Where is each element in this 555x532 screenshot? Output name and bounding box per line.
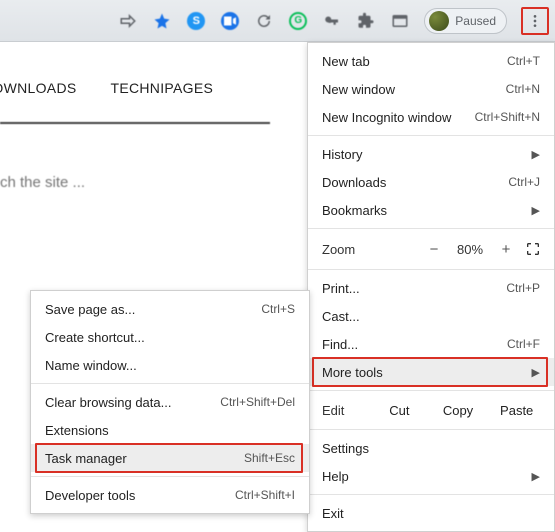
extension-grammarly-icon[interactable]: G bbox=[288, 11, 308, 31]
profile-status: Paused bbox=[455, 14, 496, 28]
tab-overview-icon[interactable] bbox=[390, 11, 410, 31]
extensions-puzzle-icon[interactable] bbox=[356, 11, 376, 31]
zoom-in-button[interactable]: + bbox=[494, 241, 518, 258]
more-tools-submenu: Save page as...Ctrl+S Create shortcut...… bbox=[30, 290, 310, 514]
menu-more-tools[interactable]: More tools▶ bbox=[308, 358, 554, 386]
extension-s-icon[interactable]: S bbox=[186, 11, 206, 31]
menu-print[interactable]: Print...Ctrl+P bbox=[308, 274, 554, 302]
menu-new-tab[interactable]: New tabCtrl+T bbox=[308, 47, 554, 75]
menu-new-window[interactable]: New windowCtrl+N bbox=[308, 75, 554, 103]
refresh-icon[interactable] bbox=[254, 11, 274, 31]
chevron-right-icon: ▶ bbox=[532, 204, 540, 217]
submenu-developer-tools[interactable]: Developer toolsCtrl+Shift+I bbox=[31, 481, 309, 509]
menu-edit-row: Edit Cut Copy Paste bbox=[308, 395, 554, 425]
bookmark-star-icon[interactable] bbox=[152, 11, 172, 31]
menu-help[interactable]: Help▶ bbox=[308, 462, 554, 490]
submenu-extensions[interactable]: Extensions bbox=[31, 416, 309, 444]
chrome-menu-button[interactable] bbox=[521, 7, 549, 35]
browser-toolbar: S G Paused bbox=[0, 0, 555, 42]
menu-history[interactable]: History▶ bbox=[308, 140, 554, 168]
menu-settings[interactable]: Settings bbox=[308, 434, 554, 462]
zoom-label: Zoom bbox=[322, 242, 418, 257]
share-icon[interactable] bbox=[118, 11, 138, 31]
menu-new-incognito[interactable]: New Incognito windowCtrl+Shift+N bbox=[308, 103, 554, 131]
chrome-main-menu: New tabCtrl+T New windowCtrl+N New Incog… bbox=[307, 42, 555, 532]
menu-cast[interactable]: Cast... bbox=[308, 302, 554, 330]
zoom-out-button[interactable]: − bbox=[422, 241, 446, 258]
zoom-percent: 80% bbox=[450, 242, 490, 257]
submenu-save-page[interactable]: Save page as...Ctrl+S bbox=[31, 295, 309, 323]
menu-downloads[interactable]: DownloadsCtrl+J bbox=[308, 168, 554, 196]
extension-video-icon[interactable] bbox=[220, 11, 240, 31]
menu-bookmarks[interactable]: Bookmarks▶ bbox=[308, 196, 554, 224]
nav-link-downloads[interactable]: DOWNLOADS bbox=[0, 80, 77, 96]
menu-zoom-row: Zoom − 80% + bbox=[308, 233, 554, 265]
submenu-name-window[interactable]: Name window... bbox=[31, 351, 309, 379]
divider bbox=[0, 122, 270, 124]
paste-button[interactable]: Paste bbox=[487, 403, 546, 418]
nav-link-technipages[interactable]: TECHNIPAGES bbox=[111, 80, 214, 96]
avatar-icon bbox=[429, 11, 449, 31]
menu-find[interactable]: Find...Ctrl+F bbox=[308, 330, 554, 358]
submenu-task-manager[interactable]: Task managerShift+Esc bbox=[31, 444, 309, 472]
edit-label: Edit bbox=[322, 403, 370, 418]
page-content: DOWNLOADS TECHNIPAGES bbox=[0, 42, 310, 200]
submenu-create-shortcut[interactable]: Create shortcut... bbox=[31, 323, 309, 351]
menu-exit[interactable]: Exit bbox=[308, 499, 554, 527]
profile-chip[interactable]: Paused bbox=[424, 8, 507, 34]
cut-button[interactable]: Cut bbox=[370, 403, 429, 418]
chevron-right-icon: ▶ bbox=[532, 148, 540, 161]
chevron-right-icon: ▶ bbox=[532, 470, 540, 483]
submenu-clear-browsing-data[interactable]: Clear browsing data...Ctrl+Shift+Del bbox=[31, 388, 309, 416]
site-search-input[interactable] bbox=[0, 164, 280, 200]
chevron-right-icon: ▶ bbox=[532, 366, 540, 379]
fullscreen-button[interactable] bbox=[522, 238, 544, 260]
copy-button[interactable]: Copy bbox=[429, 403, 488, 418]
password-key-icon[interactable] bbox=[322, 11, 342, 31]
